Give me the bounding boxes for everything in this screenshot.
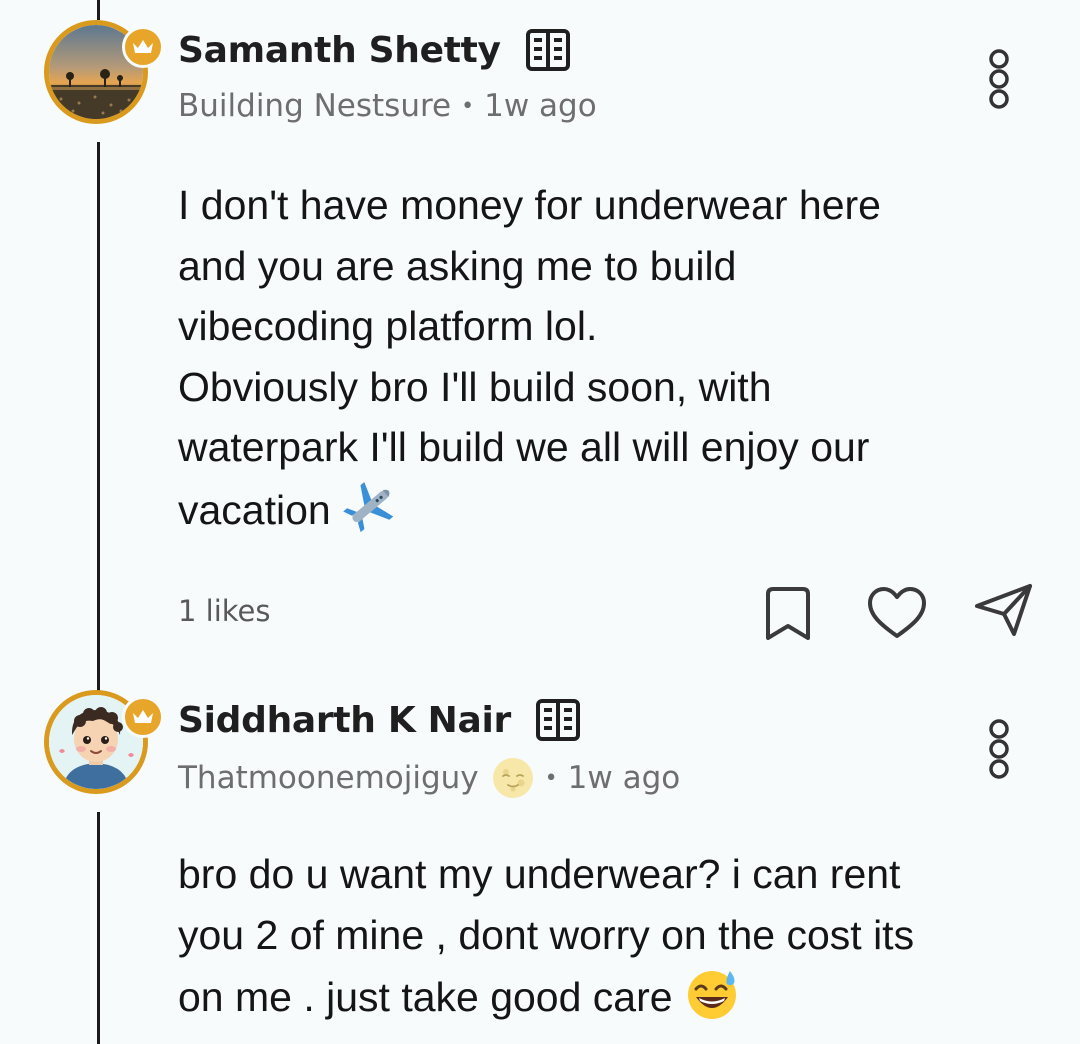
more-options-icon[interactable] bbox=[986, 718, 1012, 780]
comment-item: Siddharth K Nair Thatmoonemojiguy • 1w a… bbox=[0, 660, 1080, 1044]
comment-time: 1w ago bbox=[567, 760, 681, 796]
meta-separator: • bbox=[544, 765, 558, 791]
crown-icon bbox=[133, 40, 153, 53]
grinning-sweat-emoji bbox=[687, 971, 736, 1019]
moon-face-emoji bbox=[492, 758, 533, 798]
comment-body: I don't have money for underwear here an… bbox=[178, 175, 1048, 540]
crown-icon bbox=[133, 710, 153, 723]
comment-body: bro do u want my underwear? i can rent y… bbox=[178, 844, 1048, 1028]
airplane-emoji bbox=[343, 481, 394, 532]
author-headline: Building Nestsure bbox=[178, 88, 452, 124]
author-name[interactable]: Samanth Shetty bbox=[178, 30, 501, 71]
crown-badge bbox=[122, 26, 164, 68]
building-icon[interactable] bbox=[525, 27, 571, 73]
likes-count[interactable]: 1 likes bbox=[178, 594, 271, 628]
author-name[interactable]: Siddharth K Nair bbox=[178, 700, 511, 741]
author-row: Siddharth K Nair bbox=[178, 697, 581, 743]
meta-separator: • bbox=[461, 93, 475, 119]
bookmark-icon[interactable] bbox=[762, 586, 814, 642]
comment-item: Samanth Shetty Building Nestsure • 1w ag… bbox=[0, 0, 1080, 660]
share-icon[interactable] bbox=[974, 582, 1034, 638]
more-options-icon[interactable] bbox=[986, 48, 1012, 110]
author-meta: Building Nestsure • 1w ago bbox=[178, 88, 597, 124]
building-icon[interactable] bbox=[535, 697, 581, 743]
comment-time: 1w ago bbox=[484, 88, 597, 124]
author-row: Samanth Shetty bbox=[178, 27, 571, 73]
heart-icon[interactable] bbox=[866, 586, 928, 642]
author-meta: Thatmoonemojiguy • 1w ago bbox=[178, 756, 680, 800]
author-headline: Thatmoonemojiguy bbox=[178, 760, 479, 796]
comment-body-text: I don't have money for underwear here an… bbox=[178, 182, 881, 533]
crown-badge bbox=[122, 696, 164, 738]
comment-body-text: bro do u want my underwear? i can rent y… bbox=[178, 851, 915, 1020]
